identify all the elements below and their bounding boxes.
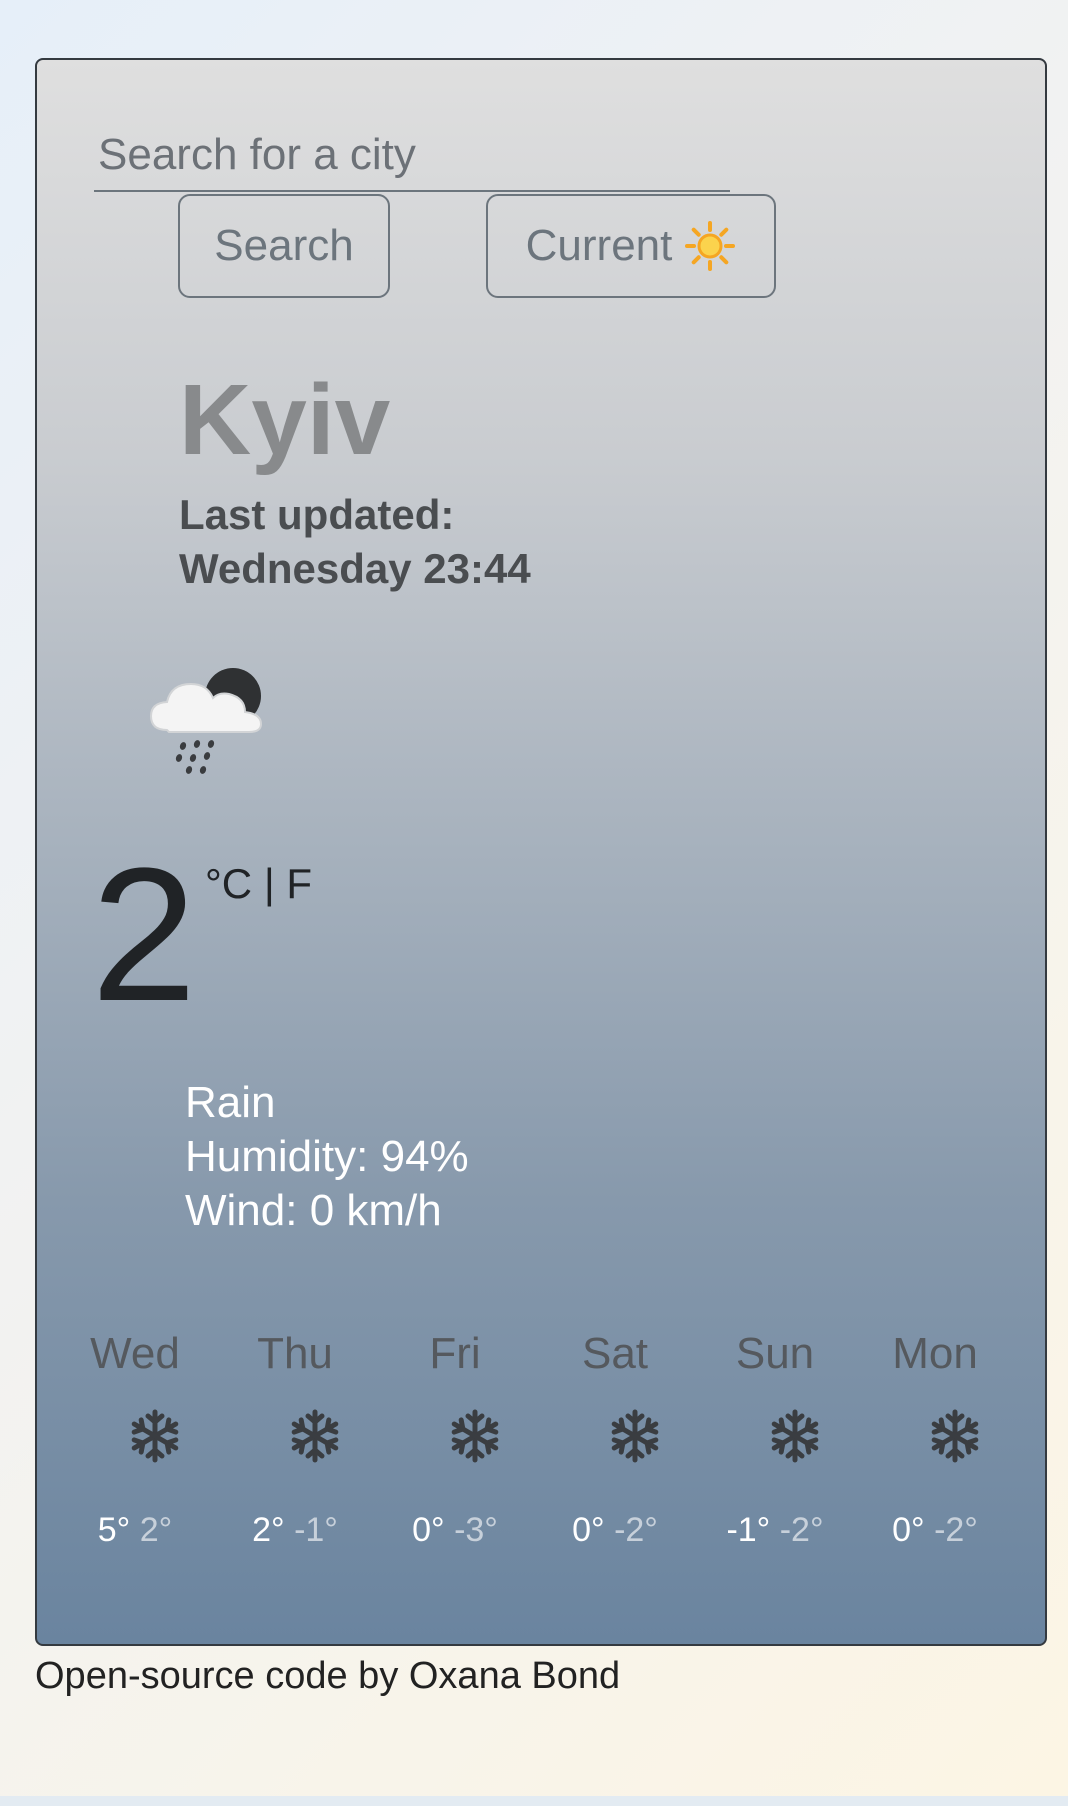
current-button-label: Current [525,221,673,270]
forecast-max: 0° [412,1511,445,1549]
forecast-day: Wed 5° 2° [55,1322,215,1558]
forecast-min: 2° [139,1511,173,1549]
forecast-min: -2° [934,1511,978,1549]
weather-card: Search Current Kyiv Last updated: [35,58,1047,1646]
unit-toggle: °C | F [205,860,312,908]
footer-credit[interactable]: Open-source code by Oxana Bond [35,1655,620,1698]
snowflake-icon [927,1408,983,1464]
wind: Wind: 0 km/h [185,1186,442,1235]
forecast: Wed 5° 2° Thu 2° -1° Fri 0° -3° Sat 0° -… [55,1322,1015,1558]
forecast-max: 0° [572,1511,605,1549]
forecast-day: Sun -1° -2° [695,1322,855,1558]
weather-details: Rain Humidity: 94% Wind: 0 km/h [185,1076,469,1238]
forecast-day-name: Thu [257,1329,333,1378]
unit-separator: | [263,860,275,907]
forecast-max: -1° [726,1511,771,1549]
snowflake-icon [287,1408,343,1464]
snowflake-icon [767,1408,823,1464]
forecast-max: 2° [252,1511,285,1549]
last-updated: Last updated: Wednesday 23:44 [179,488,531,596]
forecast-day-name: Sat [581,1329,649,1378]
forecast-day-name: Wed [90,1329,180,1378]
forecast-max: 0° [892,1511,925,1549]
celsius-link[interactable]: °C [205,860,252,907]
fahrenheit-link[interactable]: F [286,860,312,907]
last-updated-label: Last updated: [179,491,455,538]
current-temperature: 2 [91,829,197,1041]
forecast-temps: 5° 2° [80,1502,190,1558]
forecast-day: Thu 2° -1° [215,1322,375,1558]
forecast-temps: 2° -1° [240,1502,350,1558]
snowflake-icon [607,1408,663,1464]
city-name: Kyiv [179,364,391,476]
search-input[interactable] [94,120,730,190]
forecast-min: -3° [454,1511,498,1549]
forecast-day: Fri 0° -3° [375,1322,535,1558]
night-rain-cloud-icon [145,660,277,780]
forecast-day-name: Mon [892,1329,978,1378]
bottom-strip [0,1796,1068,1806]
current-location-button[interactable]: Current [486,194,776,298]
forecast-day-name: Fri [429,1329,481,1378]
search-button[interactable]: Search [178,194,390,298]
forecast-day: Sat 0° -2° [535,1322,695,1558]
search-button-label: Search [214,221,354,270]
last-updated-time: Wednesday 23:44 [179,545,531,592]
sun-icon [684,220,736,272]
forecast-day-name: Sun [735,1329,815,1378]
forecast-min: -2° [614,1511,658,1549]
forecast-temps: 0° -2° [560,1502,670,1558]
forecast-max: 5° [97,1511,131,1549]
humidity: Humidity: 94% [185,1132,469,1181]
forecast-min: -2° [779,1511,824,1549]
search-field[interactable] [94,120,730,192]
snowflake-icon [447,1408,503,1464]
forecast-temps: -1° -2° [720,1502,830,1558]
snowflake-icon [127,1408,183,1464]
forecast-min: -1° [294,1511,338,1549]
forecast-day: Mon 0° -2° [855,1322,1015,1558]
weather-description: Rain [185,1078,276,1127]
forecast-temps: 0° -3° [400,1502,510,1558]
forecast-temps: 0° -2° [880,1502,990,1558]
